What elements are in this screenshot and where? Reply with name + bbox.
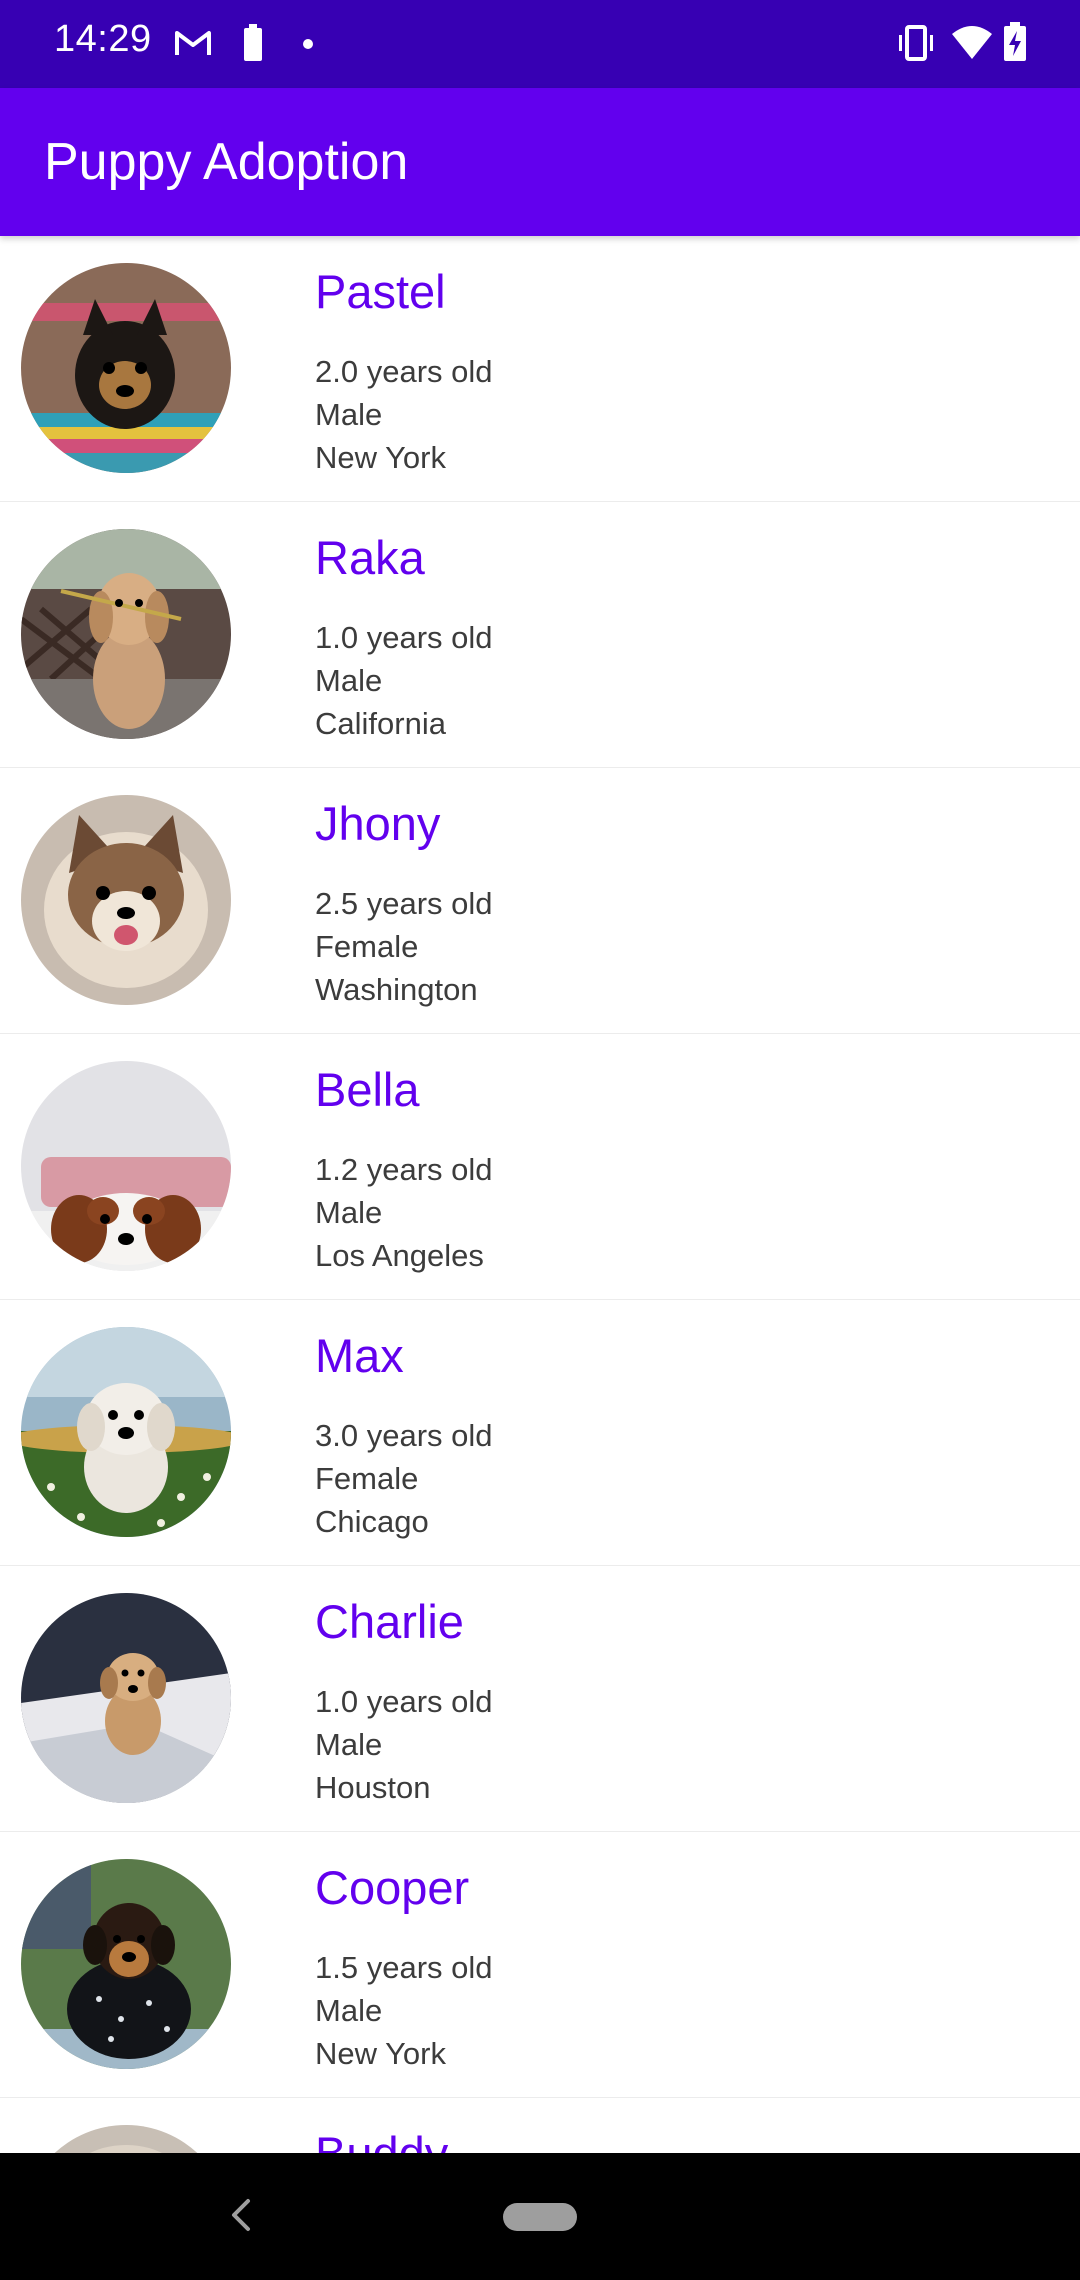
puppy-age: 1.0 years old	[315, 1684, 493, 1719]
puppy-location: Washington	[315, 972, 478, 1007]
puppy-details: 1.2 years old Male Los Angeles	[315, 1148, 493, 1277]
status-time: 14:29	[54, 18, 152, 60]
puppy-photo	[21, 1327, 231, 1537]
puppy-details: 3.0 years old Female Chicago	[315, 1414, 493, 1543]
puppy-card[interactable]: Pastel 2.0 years old Male New York	[0, 236, 1080, 502]
puppy-details: 1.0 years old Male California	[315, 616, 493, 745]
puppy-details: 2.5 years old Female Washington	[315, 882, 493, 1011]
gmail-icon	[175, 31, 211, 55]
puppy-name: Cooper	[315, 1861, 470, 1914]
puppy-name: Bella	[315, 1063, 420, 1116]
vibrate-icon	[899, 25, 933, 61]
puppy-gender: Male	[315, 397, 383, 432]
wifi-icon	[952, 26, 992, 59]
puppy-card[interactable]: Charlie 1.0 years old Male Houston	[0, 1566, 1080, 1832]
puppy-photo	[21, 1593, 231, 1803]
puppy-gender: Female	[315, 1461, 419, 1496]
battery-charging-icon	[1004, 22, 1026, 61]
puppy-location: New York	[315, 2036, 446, 2071]
puppy-photo	[21, 529, 231, 739]
back-icon[interactable]	[226, 2193, 256, 2237]
puppy-gender: Female	[315, 929, 419, 964]
puppy-age: 3.0 years old	[315, 1418, 493, 1453]
puppy-name: Max	[315, 1329, 404, 1382]
page-title: Puppy Adoption	[44, 133, 409, 191]
puppy-card[interactable]: Raka 1.0 years old Male California	[0, 502, 1080, 768]
puppy-details: 2.0 years old Male New York	[315, 350, 493, 479]
puppy-photo	[21, 1061, 231, 1271]
puppy-location: New York	[315, 440, 446, 475]
puppy-card[interactable]: Max 3.0 years old Female Chicago	[0, 1300, 1080, 1566]
puppy-details: 1.5 years old Male New York	[315, 1946, 493, 2075]
status-bar: 14:29	[0, 0, 1080, 88]
puppy-location: California	[315, 706, 446, 741]
puppy-gender: Male	[315, 1993, 383, 2028]
puppy-list[interactable]: Pastel 2.0 years old Male New York Raka …	[0, 236, 1080, 2153]
puppy-name: Raka	[315, 531, 425, 584]
puppy-age: 1.0 years old	[315, 620, 493, 655]
puppy-location: Chicago	[315, 1504, 429, 1539]
puppy-name: Buddy	[315, 2126, 448, 2153]
puppy-gender: Male	[315, 1727, 383, 1762]
puppy-card[interactable]: Jhony 2.5 years old Female Washington	[0, 768, 1080, 1034]
puppy-age: 1.5 years old	[315, 1950, 493, 1985]
battery-saver-icon	[244, 24, 262, 61]
puppy-location: Houston	[315, 1770, 431, 1805]
puppy-age: 1.2 years old	[315, 1152, 493, 1187]
puppy-name: Jhony	[315, 797, 441, 850]
home-pill-icon[interactable]	[503, 2203, 577, 2231]
puppy-age: 2.5 years old	[315, 886, 493, 921]
app-bar: Puppy Adoption	[0, 88, 1080, 236]
puppy-name: Pastel	[315, 265, 446, 318]
puppy-details: 1.0 years old Male Houston	[315, 1680, 493, 1809]
puppy-card[interactable]: Cooper 1.5 years old Male New York	[0, 1832, 1080, 2098]
puppy-name: Charlie	[315, 1595, 464, 1648]
notification-dot-icon	[303, 39, 313, 49]
puppy-age: 2.0 years old	[315, 354, 493, 389]
puppy-photo	[21, 1859, 231, 2069]
puppy-card[interactable]: Bella 1.2 years old Male Los Angeles	[0, 1034, 1080, 1300]
puppy-gender: Male	[315, 1195, 383, 1230]
puppy-photo	[21, 795, 231, 1005]
navigation-bar	[0, 2153, 1080, 2280]
puppy-card[interactable]: Buddy	[0, 2098, 1080, 2153]
puppy-gender: Male	[315, 663, 383, 698]
puppy-photo	[21, 263, 231, 473]
puppy-location: Los Angeles	[315, 1238, 484, 1273]
puppy-photo	[21, 2125, 231, 2153]
